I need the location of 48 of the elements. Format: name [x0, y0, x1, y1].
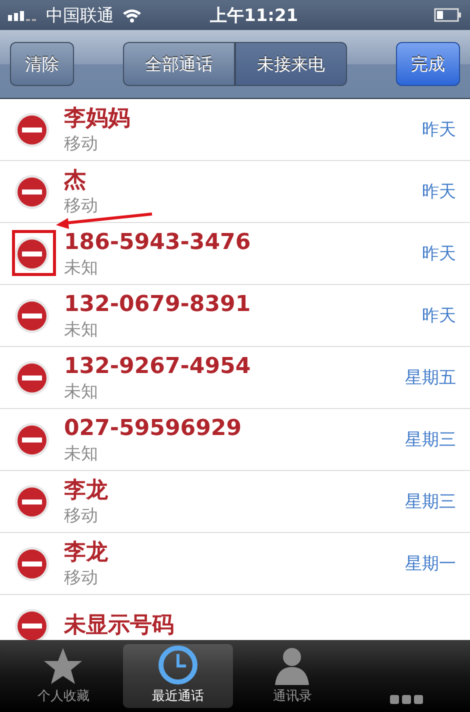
caller-name: 132-9267-4954: [64, 352, 252, 380]
call-type: 移动: [64, 504, 99, 526]
tab-item[interactable]: 最近通话: [122, 644, 233, 708]
wifi-icon: [122, 8, 142, 22]
clear-button[interactable]: 清除: [10, 42, 74, 86]
call-date: 昨天: [422, 305, 456, 327]
call-type: 未知: [64, 256, 99, 278]
caller-name: 李龙: [64, 476, 109, 504]
call-type: 移动: [64, 566, 99, 588]
delete-icon[interactable]: [14, 360, 50, 396]
caller-name: 027-59596929: [64, 414, 243, 442]
delete-icon[interactable]: [14, 236, 50, 272]
keypad-icon: [390, 695, 424, 705]
caller-name: 李龙: [64, 538, 109, 566]
caller-name: 杰: [64, 166, 87, 194]
caller-name: 未显示号码: [64, 612, 175, 640]
delete-icon[interactable]: [14, 484, 50, 520]
call-date: 星期三: [405, 491, 456, 513]
battery-icon: [434, 8, 462, 22]
carrier-name: 中国联通: [46, 4, 114, 26]
call-date: 星期五: [405, 367, 456, 389]
call-date: 昨天: [422, 181, 456, 203]
caller-name: 132-0679-8391: [64, 290, 252, 318]
tab-item[interactable]: 通讯录: [237, 644, 348, 708]
done-button[interactable]: 完成: [396, 42, 460, 86]
call-date: 昨天: [422, 119, 456, 141]
delete-icon[interactable]: [14, 174, 50, 210]
call-type: 未知: [64, 318, 99, 340]
call-type: 移动: [64, 194, 99, 216]
segment-tab[interactable]: 全部通话: [123, 42, 235, 86]
delete-icon[interactable]: [14, 298, 50, 334]
segment-tab[interactable]: 未接来电: [235, 42, 347, 86]
call-date: 昨天: [422, 243, 456, 265]
call-date: 星期三: [405, 429, 456, 451]
delete-icon[interactable]: [14, 422, 50, 458]
call-date: 星期一: [405, 553, 456, 575]
signal-icon: [8, 9, 38, 21]
call-type: 未知: [64, 380, 99, 402]
clock-icon: [158, 645, 198, 685]
delete-icon[interactable]: [14, 546, 50, 582]
status-time: 上午11:21: [210, 4, 298, 26]
caller-name: 李妈妈: [64, 104, 131, 132]
caller-name: 186-5943-3476: [64, 228, 252, 256]
star-icon: [43, 647, 84, 685]
tab-item[interactable]: 个人收藏: [8, 644, 118, 708]
delete-icon[interactable]: [14, 112, 50, 148]
call-type: 未知: [64, 442, 99, 464]
call-type: 移动: [64, 132, 99, 154]
